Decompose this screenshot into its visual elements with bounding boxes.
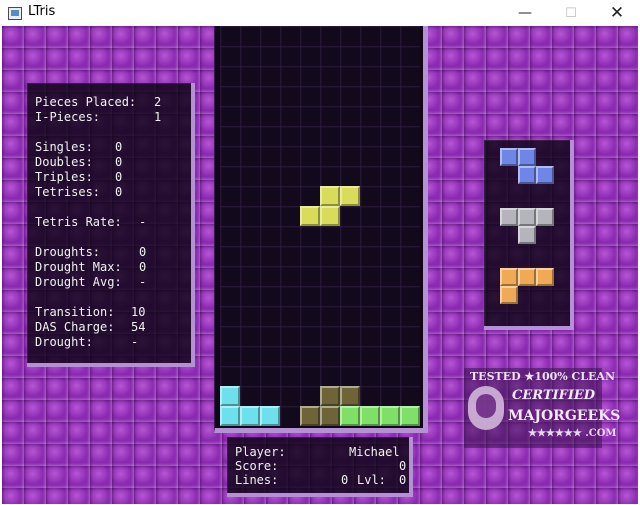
drought-avg-value: - — [139, 275, 147, 289]
ghost-piece-cell — [340, 386, 360, 406]
ghost-piece-cell — [300, 406, 320, 426]
singles-value: 0 — [115, 140, 123, 154]
drought-max-label: Drought Max: — [35, 260, 122, 274]
majorgeeks-badge: TESTED ★100% CLEAN CERTIFIED MAJORGEEKS … — [464, 368, 621, 448]
player-name: Michael — [349, 445, 400, 459]
next-piece-2-cell — [518, 226, 536, 244]
next-piece-3-cell — [500, 286, 518, 304]
app-window: LTris — ☐ ✕ Pieces Placed: 2 I-Pieces: 1… — [0, 0, 640, 505]
ghost-piece-cell — [320, 386, 340, 406]
drought-max-value: 0 — [139, 260, 147, 274]
active-piece-cell — [300, 206, 320, 226]
triples-value: 0 — [115, 170, 123, 184]
level-label: Lvl: — [357, 473, 386, 487]
das-charge-value: 54 — [131, 320, 146, 334]
next-piece-2-cell — [500, 208, 518, 226]
locked-block-cell — [400, 406, 420, 426]
active-piece-cell — [320, 186, 340, 206]
locked-block-cell — [260, 406, 280, 426]
tetrises-value: 0 — [115, 185, 123, 199]
active-piece-cell — [340, 186, 360, 206]
next-piece-1-cell — [536, 166, 554, 184]
locked-block-cell — [360, 406, 380, 426]
level-value: 0 — [399, 473, 407, 487]
player-label: Player: — [235, 445, 286, 459]
next-piece-3-cell — [518, 268, 536, 286]
close-button[interactable]: ✕ — [594, 0, 640, 26]
app-icon — [8, 7, 22, 20]
player-info-panel: Player: Michael Score: 0 Lines: 0 Lvl: 0 — [227, 437, 413, 497]
badge-bottom-text: ★★★★★★ .COM — [528, 428, 617, 439]
next-piece-2-cell — [518, 208, 536, 226]
locked-block-cell — [220, 406, 240, 426]
das-charge-label: DAS Charge: — [35, 320, 115, 334]
i-pieces-label: I-Pieces: — [35, 110, 101, 124]
tetrises-label: Tetrises: — [35, 185, 101, 199]
lines-value: 0 — [341, 473, 349, 487]
stats-panel: Pieces Placed: 2 I-Pieces: 1 Singles: 0 … — [27, 83, 195, 367]
pieces-placed-value: 2 — [154, 95, 162, 109]
doubles-label: Doubles: — [35, 155, 93, 169]
next-piece-1-cell — [518, 148, 536, 166]
locked-block-cell — [380, 406, 400, 426]
next-piece-1-cell — [518, 166, 536, 184]
locked-block-cell — [340, 406, 360, 426]
tetris-rate-value: - — [139, 215, 147, 229]
droughts-label: Droughts: — [35, 245, 101, 259]
i-pieces-value: 1 — [154, 110, 162, 124]
playfield-frame — [214, 26, 428, 433]
badge-top-text: TESTED ★100% CLEAN — [470, 370, 616, 383]
next-pieces-panel — [484, 140, 574, 330]
score-value: 0 — [399, 459, 407, 473]
title-bar[interactable]: LTris — ☐ ✕ — [0, 0, 640, 26]
droughts-value: 0 — [139, 245, 147, 259]
locked-block-cell — [240, 406, 260, 426]
game-canvas[interactable]: Pieces Placed: 2 I-Pieces: 1 Singles: 0 … — [2, 26, 638, 504]
playfield-grid[interactable] — [220, 26, 420, 426]
next-piece-2-cell — [536, 208, 554, 226]
triples-label: Triples: — [35, 170, 93, 184]
maximize-button[interactable]: ☐ — [548, 0, 594, 26]
next-piece-3-cell — [536, 268, 554, 286]
minimize-button[interactable]: — — [502, 0, 548, 26]
doubles-value: 0 — [115, 155, 123, 169]
next-piece-3-cell — [500, 268, 518, 286]
drought-value: - — [131, 335, 139, 349]
transition-label: Transition: — [35, 305, 115, 319]
ghost-piece-cell — [320, 406, 340, 426]
transition-value: 10 — [131, 305, 146, 319]
badge-brand-text: MAJORGEEKS — [508, 408, 621, 424]
stats-text-block: Pieces Placed: 2 I-Pieces: 1 Singles: 0 … — [35, 95, 185, 365]
window-title: LTris — [28, 4, 56, 19]
tetris-rate-label: Tetris Rate: — [35, 215, 122, 229]
lines-label: Lines: — [235, 473, 279, 487]
locked-block-cell — [220, 386, 240, 406]
drought-label: Drought: — [35, 335, 93, 349]
badge-certified-text: CERTIFIED — [512, 388, 596, 403]
badge-seal-icon — [468, 386, 504, 430]
player-info-text: Player: Michael Score: 0 Lines: 0 Lvl: 0 — [235, 445, 407, 491]
active-piece-cell — [320, 206, 340, 226]
pieces-placed-label: Pieces Placed: — [35, 95, 137, 109]
singles-label: Singles: — [35, 140, 93, 154]
score-label: Score: — [235, 459, 279, 473]
drought-avg-label: Drought Avg: — [35, 275, 122, 289]
next-piece-1-cell — [500, 148, 518, 166]
